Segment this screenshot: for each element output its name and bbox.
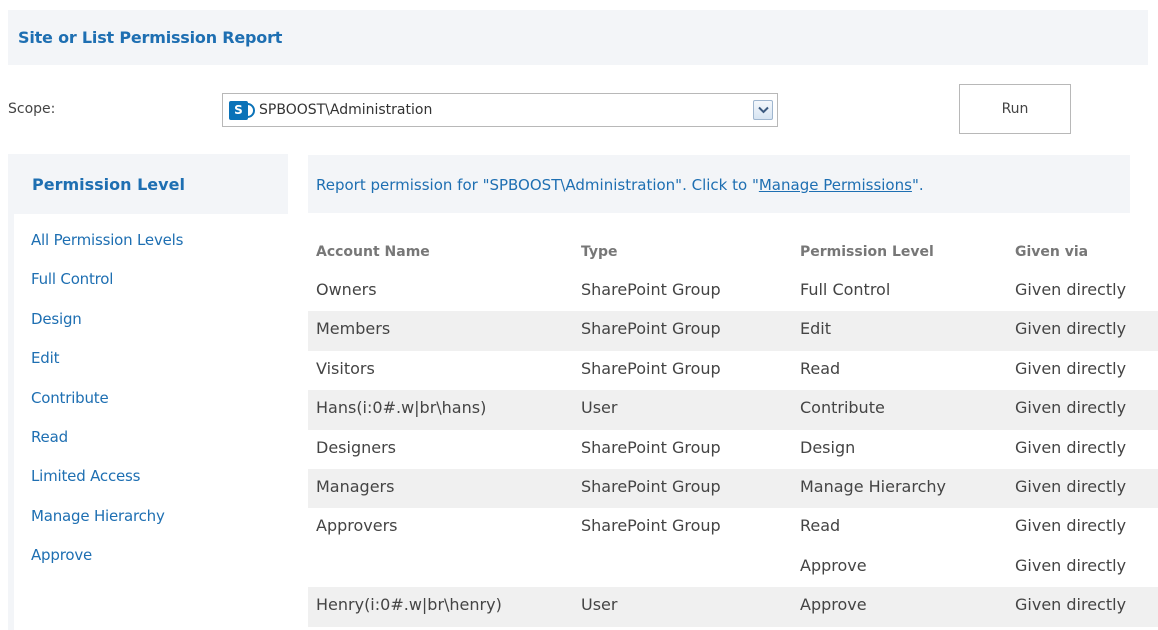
cell-type: SharePoint Group: [581, 319, 721, 339]
table-row: Approvers SharePoint Group Read Given di…: [308, 508, 1158, 547]
permission-table: Account Name Type Permission Level Given…: [308, 234, 1158, 627]
permission-level-inner: Permission Level All Permission Levels F…: [14, 154, 288, 630]
cell-type: User: [581, 398, 618, 418]
title-bar: Site or List Permission Report: [8, 10, 1148, 66]
cell-given-via: Given directly: [1015, 555, 1127, 575]
report-header: Report permission for "SPBOOST\Administr…: [308, 155, 1130, 213]
scope-value: SPBOOST\Administration: [259, 102, 433, 118]
cell-account-name: Members: [316, 319, 391, 339]
scope-dropdown[interactable]: S SPBOOST\Administration: [222, 93, 778, 127]
cell-permission-level: Read: [800, 358, 841, 378]
cell-permission-level: Edit: [800, 319, 831, 339]
cell-given-via: Given directly: [1015, 595, 1127, 615]
cell-given-via: Given directly: [1015, 358, 1127, 378]
cell-permission-level: Approve: [800, 555, 867, 575]
cell-account-name: Approvers: [316, 516, 398, 536]
report-message-prefix: Report permission for "SPBOOST\Administr…: [316, 176, 759, 194]
permission-level-item[interactable]: Read: [31, 428, 183, 467]
cell-given-via: Given directly: [1015, 319, 1127, 339]
cell-type: SharePoint Group: [581, 437, 721, 457]
column-header-given-via: Given via: [1015, 244, 1089, 260]
cell-given-via: Given directly: [1015, 437, 1127, 457]
cell-permission-level: Read: [800, 516, 841, 536]
permission-level-item[interactable]: Approve: [31, 546, 183, 585]
chevron-down-icon[interactable]: [753, 100, 773, 120]
cell-permission-level: Full Control: [800, 280, 891, 299]
permission-level-item[interactable]: Edit: [31, 349, 183, 388]
cell-given-via: Given directly: [1015, 398, 1127, 418]
table-row: Henry(i:0#.w|br\henry) User Approve Give…: [308, 587, 1158, 627]
permission-level-panel: Permission Level All Permission Levels F…: [8, 154, 288, 630]
cell-account-name: Managers: [316, 476, 395, 496]
cell-type: SharePoint Group: [581, 476, 721, 496]
permission-level-heading: Permission Level: [32, 175, 185, 194]
column-header-type: Type: [581, 244, 618, 260]
table-row: Managers SharePoint Group Manage Hierarc…: [308, 468, 1158, 509]
permission-level-header: Permission Level: [14, 154, 288, 214]
cell-account-name: Visitors: [316, 358, 375, 378]
table-header: Account Name Type Permission Level Given…: [308, 234, 1158, 272]
table-row: Owners SharePoint Group Full Control Giv…: [308, 272, 1158, 311]
table-row: Members SharePoint Group Edit Given dire…: [308, 311, 1158, 351]
table-row: Approve Given directly: [308, 548, 1158, 587]
cell-account-name: Hans(i:0#.w|br\hans): [316, 398, 487, 418]
report-message: Report permission for "SPBOOST\Administr…: [316, 176, 924, 194]
permission-level-item[interactable]: Contribute: [31, 389, 183, 428]
permission-level-item[interactable]: All Permission Levels: [31, 231, 183, 270]
cell-permission-level: Design: [800, 437, 856, 457]
run-button[interactable]: Run: [959, 84, 1071, 134]
table-row: Visitors SharePoint Group Read Given dir…: [308, 351, 1158, 390]
cell-given-via: Given directly: [1015, 516, 1127, 536]
cell-permission-level: Manage Hierarchy: [800, 476, 946, 496]
cell-account-name: Designers: [316, 437, 396, 457]
permission-level-item[interactable]: Full Control: [31, 270, 183, 309]
cell-type: SharePoint Group: [581, 358, 721, 378]
manage-permissions-link[interactable]: Manage Permissions: [759, 176, 912, 194]
scope-label: Scope:: [8, 101, 56, 117]
cell-type: User: [581, 595, 618, 615]
column-header-account-name: Account Name: [316, 244, 430, 260]
report-message-suffix: ".: [911, 176, 924, 194]
cell-given-via: Given directly: [1015, 280, 1127, 299]
table-row: Hans(i:0#.w|br\hans) User Contribute Giv…: [308, 390, 1158, 430]
sharepoint-icon-tail: [245, 103, 255, 118]
table-row: Designers SharePoint Group Design Given …: [308, 430, 1158, 469]
permission-level-item[interactable]: Design: [31, 310, 183, 349]
cell-type: SharePoint Group: [581, 280, 721, 299]
cell-account-name: Henry(i:0#.w|br\henry): [316, 595, 502, 615]
permission-level-item[interactable]: Manage Hierarchy: [31, 507, 183, 546]
cell-given-via: Given directly: [1015, 476, 1127, 496]
page-title: Site or List Permission Report: [18, 28, 283, 47]
permission-level-item[interactable]: Limited Access: [31, 467, 183, 506]
cell-permission-level: Approve: [800, 595, 867, 615]
cell-type: SharePoint Group: [581, 516, 721, 536]
column-header-permission-level: Permission Level: [800, 244, 934, 260]
cell-account-name: Owners: [316, 280, 377, 299]
cell-permission-level: Contribute: [800, 398, 885, 418]
permission-level-list: All Permission Levels Full Control Desig…: [31, 231, 183, 586]
